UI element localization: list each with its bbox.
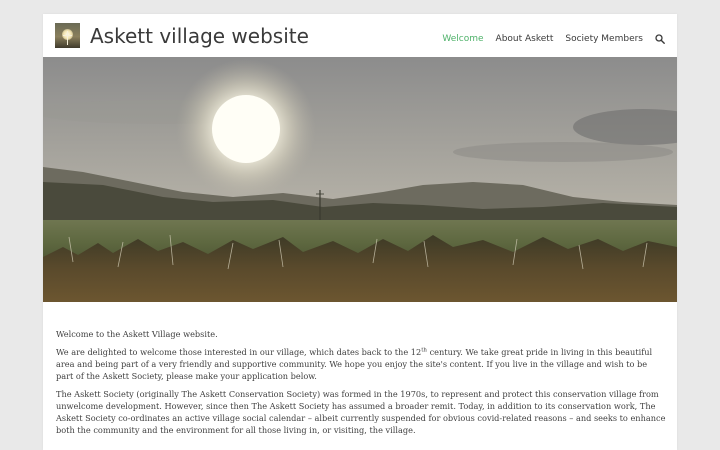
intro-paragraph: Welcome to the Askett Village website. xyxy=(56,329,218,339)
welcome-text-start: We are delighted to welcome those intere… xyxy=(56,347,422,357)
main-nav: Welcome About Askett Society Members xyxy=(430,34,665,44)
site-header: Askett village website Welcome About Ask… xyxy=(43,14,677,57)
welcome-paragraph: We are delighted to welcome those intere… xyxy=(56,346,666,382)
nav-item-society-members[interactable]: Society Members xyxy=(565,34,643,44)
page-container: Askett village website Welcome About Ask… xyxy=(43,14,677,450)
site-title[interactable]: Askett village website xyxy=(90,24,309,48)
nav-item-welcome[interactable]: Welcome xyxy=(442,34,483,44)
society-paragraph: The Askett Society (originally The Asket… xyxy=(56,389,666,435)
hero-image xyxy=(43,57,677,302)
logo-cross-vertical xyxy=(67,31,68,45)
search-icon[interactable] xyxy=(655,34,665,44)
site-logo[interactable] xyxy=(55,23,80,48)
logo-cross-horizontal xyxy=(63,35,72,36)
main-content: Welcome to the Askett Village website. W… xyxy=(56,328,666,442)
nav-item-about-askett[interactable]: About Askett xyxy=(496,34,554,44)
